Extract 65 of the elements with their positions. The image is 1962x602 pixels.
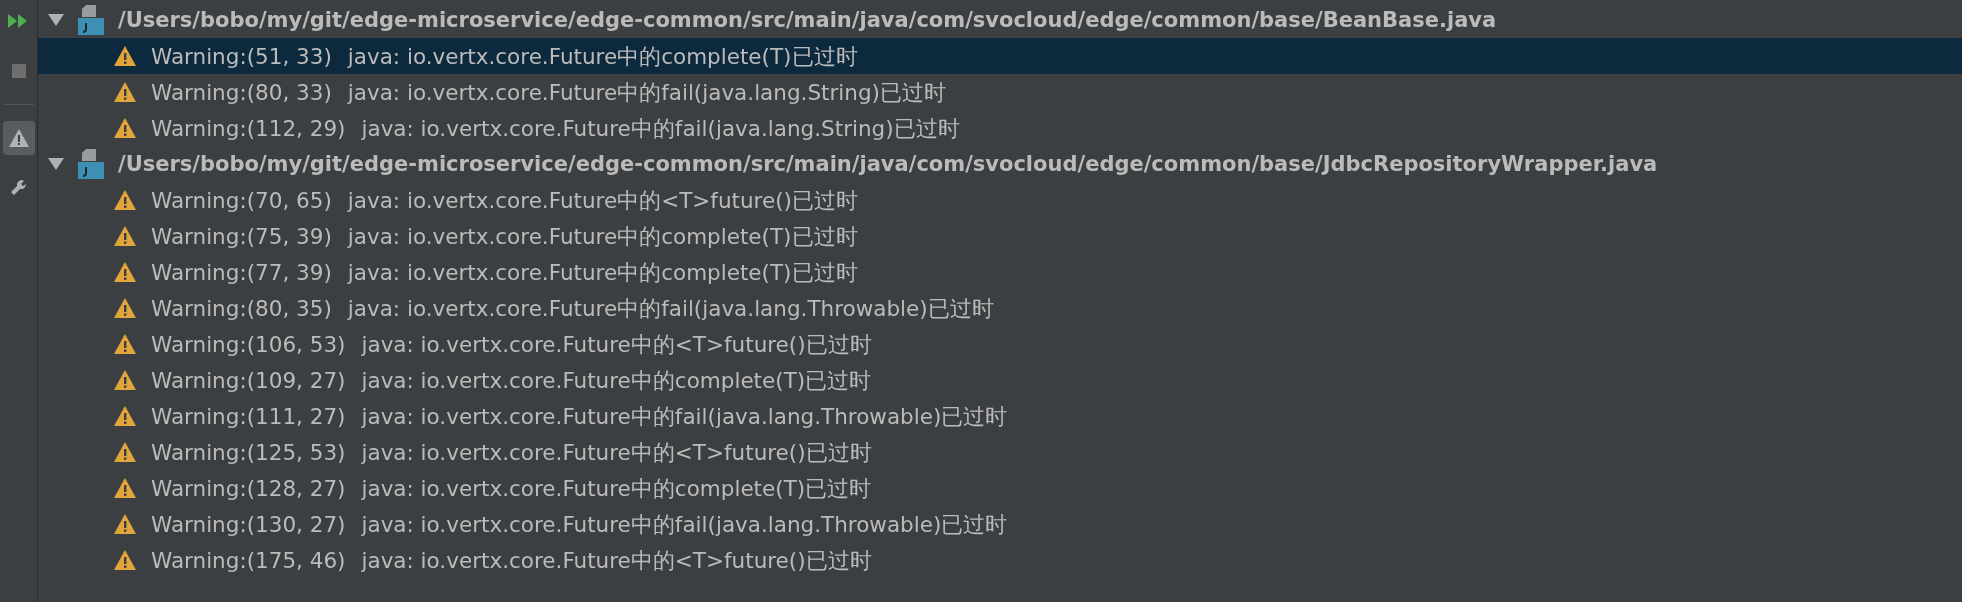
warning-row[interactable]: Warning:(112, 29) java: io.vertx.core.Future中的fail(java.lang.String)已过时 xyxy=(38,110,1962,146)
warning-location: Warning:(80, 35) xyxy=(151,295,332,321)
warning-message: java: io.vertx.core.Future中的<T>future()已过时 xyxy=(347,186,858,215)
warning-icon xyxy=(113,441,137,463)
warning-row[interactable]: Warning:(128, 27) java: io.vertx.core.Future中的complete(T)已过时 xyxy=(38,470,1962,506)
warning-row[interactable]: Warning:(51, 33) java: io.vertx.core.Future中的complete(T)已过时 xyxy=(38,38,1962,74)
warning-row[interactable]: Warning:(130, 27) java: io.vertx.core.Future中的fail(java.lang.Throwable)已过时 xyxy=(38,506,1962,542)
warning-message: java: io.vertx.core.Future中的fail(java.lang.String)已过时 xyxy=(361,114,960,143)
warning-message: java: io.vertx.core.Future中的fail(java.lang.String)已过时 xyxy=(347,78,946,107)
warning-icon xyxy=(113,333,137,355)
warning-location: Warning:(128, 27) xyxy=(151,475,346,501)
warning-message: java: io.vertx.core.Future中的<T>future()已过时 xyxy=(361,546,872,575)
warning-location: Warning:(111, 27) xyxy=(151,403,346,429)
warning-location: Warning:(77, 39) xyxy=(151,259,332,285)
warning-icon xyxy=(113,225,137,247)
warning-row[interactable]: Warning:(77, 39) java: io.vertx.core.Future中的complete(T)已过时 xyxy=(38,254,1962,290)
warning-row[interactable]: Warning:(109, 27) java: io.vertx.core.Future中的complete(T)已过时 xyxy=(38,362,1962,398)
warning-message: java: io.vertx.core.Future中的fail(java.lang.Throwable)已过时 xyxy=(361,402,1008,431)
java-file-icon xyxy=(78,149,104,179)
warning-icon xyxy=(113,261,137,283)
warning-message: java: io.vertx.core.Future中的complete(T)已过时 xyxy=(347,258,858,287)
warning-location: Warning:(80, 33) xyxy=(151,79,332,105)
collapse-arrow-icon[interactable] xyxy=(48,13,64,27)
warning-icon xyxy=(113,513,137,535)
warning-row[interactable]: Warning:(80, 33) java: io.vertx.core.Future中的fail(java.lang.String)已过时 xyxy=(38,74,1962,110)
warning-row[interactable]: Warning:(80, 35) java: io.vertx.core.Future中的fail(java.lang.Throwable)已过时 xyxy=(38,290,1962,326)
warning-row[interactable]: Warning:(175, 46) java: io.vertx.core.Future中的<T>future()已过时 xyxy=(38,542,1962,578)
java-file-icon xyxy=(78,5,104,35)
file-path[interactable]: /Users/bobo/my/git/edge-microservice/edge-common/src/main/java/com/svocloud/edge/common/base/JdbcRepositoryWrapper.java xyxy=(118,152,1658,176)
warning-message: java: io.vertx.core.Future中的complete(T)已过时 xyxy=(361,474,872,503)
warning-row[interactable]: Warning:(75, 39) java: io.vertx.core.Future中的complete(T)已过时 xyxy=(38,218,1962,254)
warning-icon xyxy=(113,549,137,571)
stop-icon xyxy=(11,64,26,78)
warning-row[interactable]: Warning:(125, 53) java: io.vertx.core.Future中的<T>future()已过时 xyxy=(38,434,1962,470)
warning-icon xyxy=(113,81,137,103)
warning-message: java: io.vertx.core.Future中的<T>future()已过时 xyxy=(361,438,872,467)
warning-message: java: io.vertx.core.Future中的complete(T)已过时 xyxy=(361,366,872,395)
warning-message: java: io.vertx.core.Future中的fail(java.lang.Throwable)已过时 xyxy=(361,510,1008,539)
warning-location: Warning:(112, 29) xyxy=(151,115,346,141)
warning-icon xyxy=(113,45,137,67)
warning-icon xyxy=(113,369,137,391)
warning-message: java: io.vertx.core.Future中的<T>future()已过时 xyxy=(361,330,872,359)
warning-location: Warning:(70, 65) xyxy=(151,187,332,213)
warning-location: Warning:(75, 39) xyxy=(151,223,332,249)
warning-icon xyxy=(7,128,30,148)
warning-location: Warning:(175, 46) xyxy=(151,547,346,573)
warning-message: java: io.vertx.core.Future中的fail(java.lang.Throwable)已过时 xyxy=(347,294,994,323)
warning-icon xyxy=(113,477,137,499)
file-path[interactable]: /Users/bobo/my/git/edge-microservice/edge-common/src/main/java/com/svocloud/edge/common/base/BeanBase.java xyxy=(118,8,1497,32)
warning-icon xyxy=(113,117,137,139)
warning-location: Warning:(130, 27) xyxy=(151,511,346,537)
warning-location: Warning:(106, 53) xyxy=(151,331,346,357)
warnings-filter-button[interactable] xyxy=(2,121,35,155)
warning-message: java: io.vertx.core.Future中的complete(T)已过时 xyxy=(347,42,858,71)
warning-location: Warning:(125, 53) xyxy=(151,439,346,465)
warning-location: Warning:(51, 33) xyxy=(151,43,332,69)
warning-icon xyxy=(113,297,137,319)
collapse-arrow-icon[interactable] xyxy=(48,157,64,171)
warning-icon xyxy=(113,189,137,211)
warning-row[interactable]: Warning:(106, 53) java: io.vertx.core.Future中的<T>future()已过时 xyxy=(38,326,1962,362)
warning-location: Warning:(109, 27) xyxy=(151,367,346,393)
warning-message: java: io.vertx.core.Future中的complete(T)已过时 xyxy=(347,222,858,251)
warning-row[interactable]: Warning:(111, 27) java: io.vertx.core.Future中的fail(java.lang.Throwable)已过时 xyxy=(38,398,1962,434)
warning-row[interactable]: Warning:(70, 65) java: io.vertx.core.Future中的<T>future()已过时 xyxy=(38,182,1962,218)
warning-icon xyxy=(113,405,137,427)
